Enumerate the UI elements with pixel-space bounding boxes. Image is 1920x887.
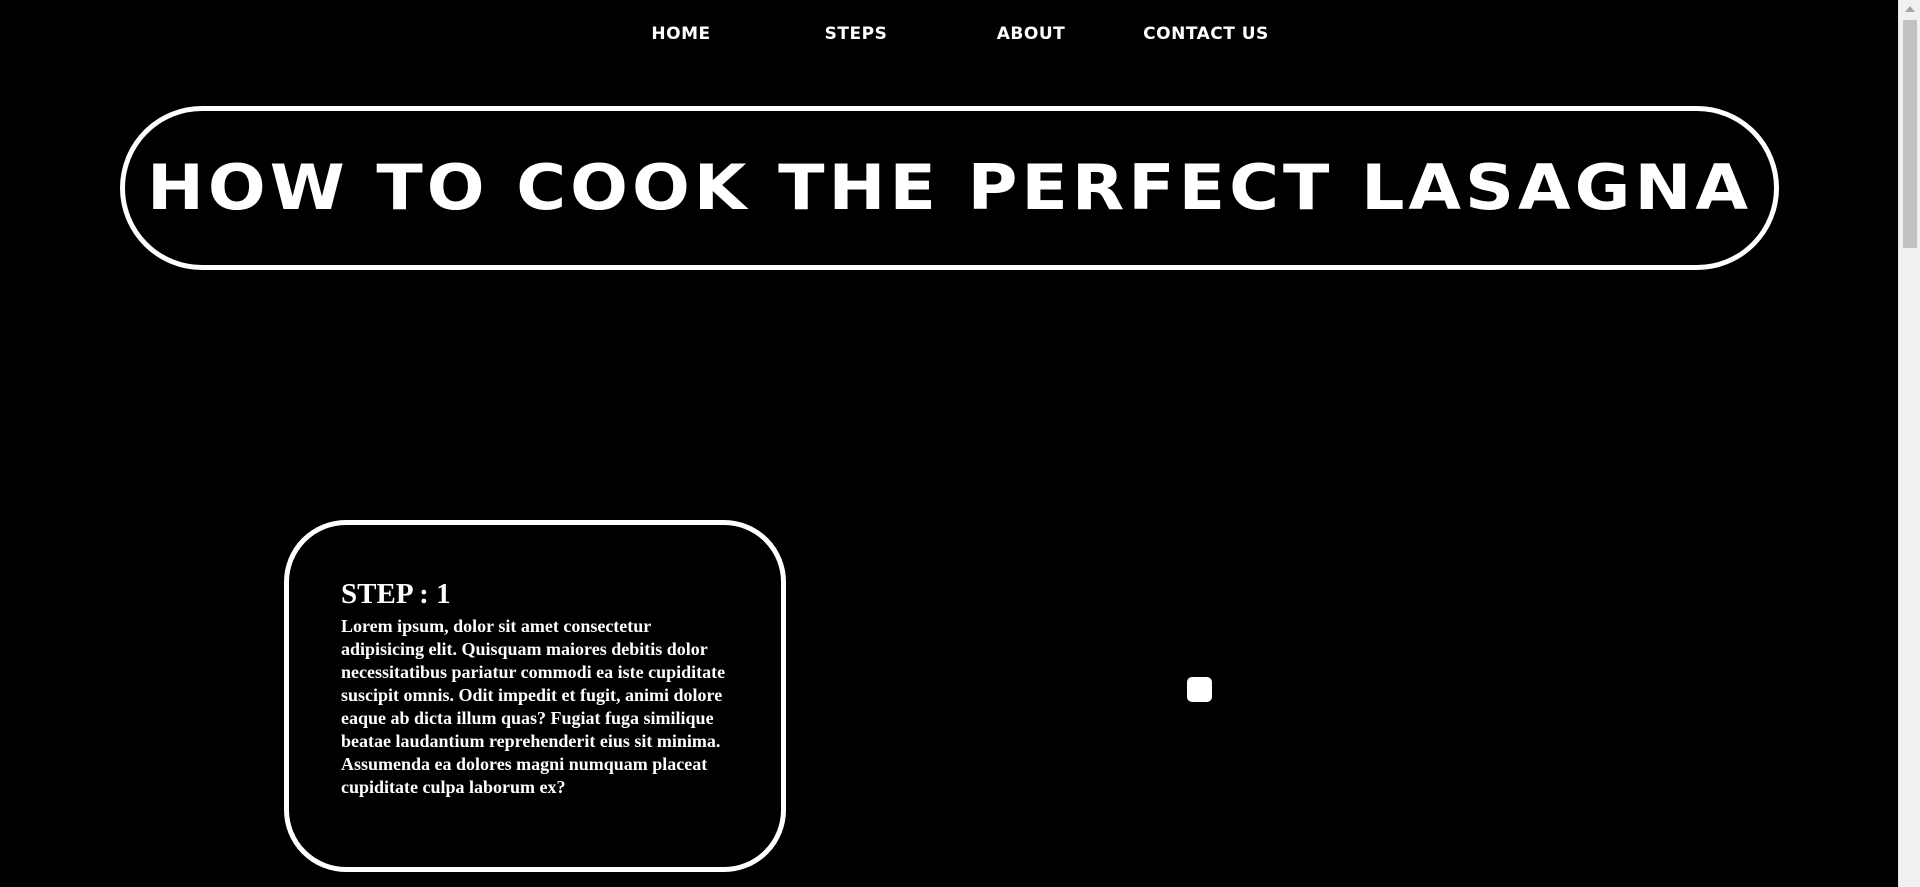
scrollbar-thumb[interactable] [1903, 20, 1917, 248]
page: HOME STEPS ABOUT CONTACT US HOW TO COOK … [0, 0, 1898, 887]
step-title: STEP : 1 [341, 578, 451, 610]
vertical-scrollbar[interactable] [1898, 0, 1920, 887]
nav-link-contact-us[interactable]: CONTACT US [1121, 24, 1291, 44]
scroll-up-arrow-icon[interactable] [1905, 6, 1915, 12]
step-description: Lorem ipsum, dolor sit amet consectetur … [341, 616, 726, 797]
nav-link-steps[interactable]: STEPS [771, 24, 941, 44]
top-nav: HOME STEPS ABOUT CONTACT US [0, 24, 1898, 50]
nav-link-about[interactable]: ABOUT [946, 24, 1116, 44]
nav-link-home[interactable]: HOME [596, 24, 766, 44]
step-card: STEP : 1 Lorem ipsum, dolor sit amet con… [284, 520, 786, 872]
page-title: HOW TO COOK THE PERFECT LASAGNA [147, 151, 1752, 225]
hero-banner: HOW TO COOK THE PERFECT LASAGNA [120, 106, 1779, 270]
square-marker [1187, 677, 1212, 702]
